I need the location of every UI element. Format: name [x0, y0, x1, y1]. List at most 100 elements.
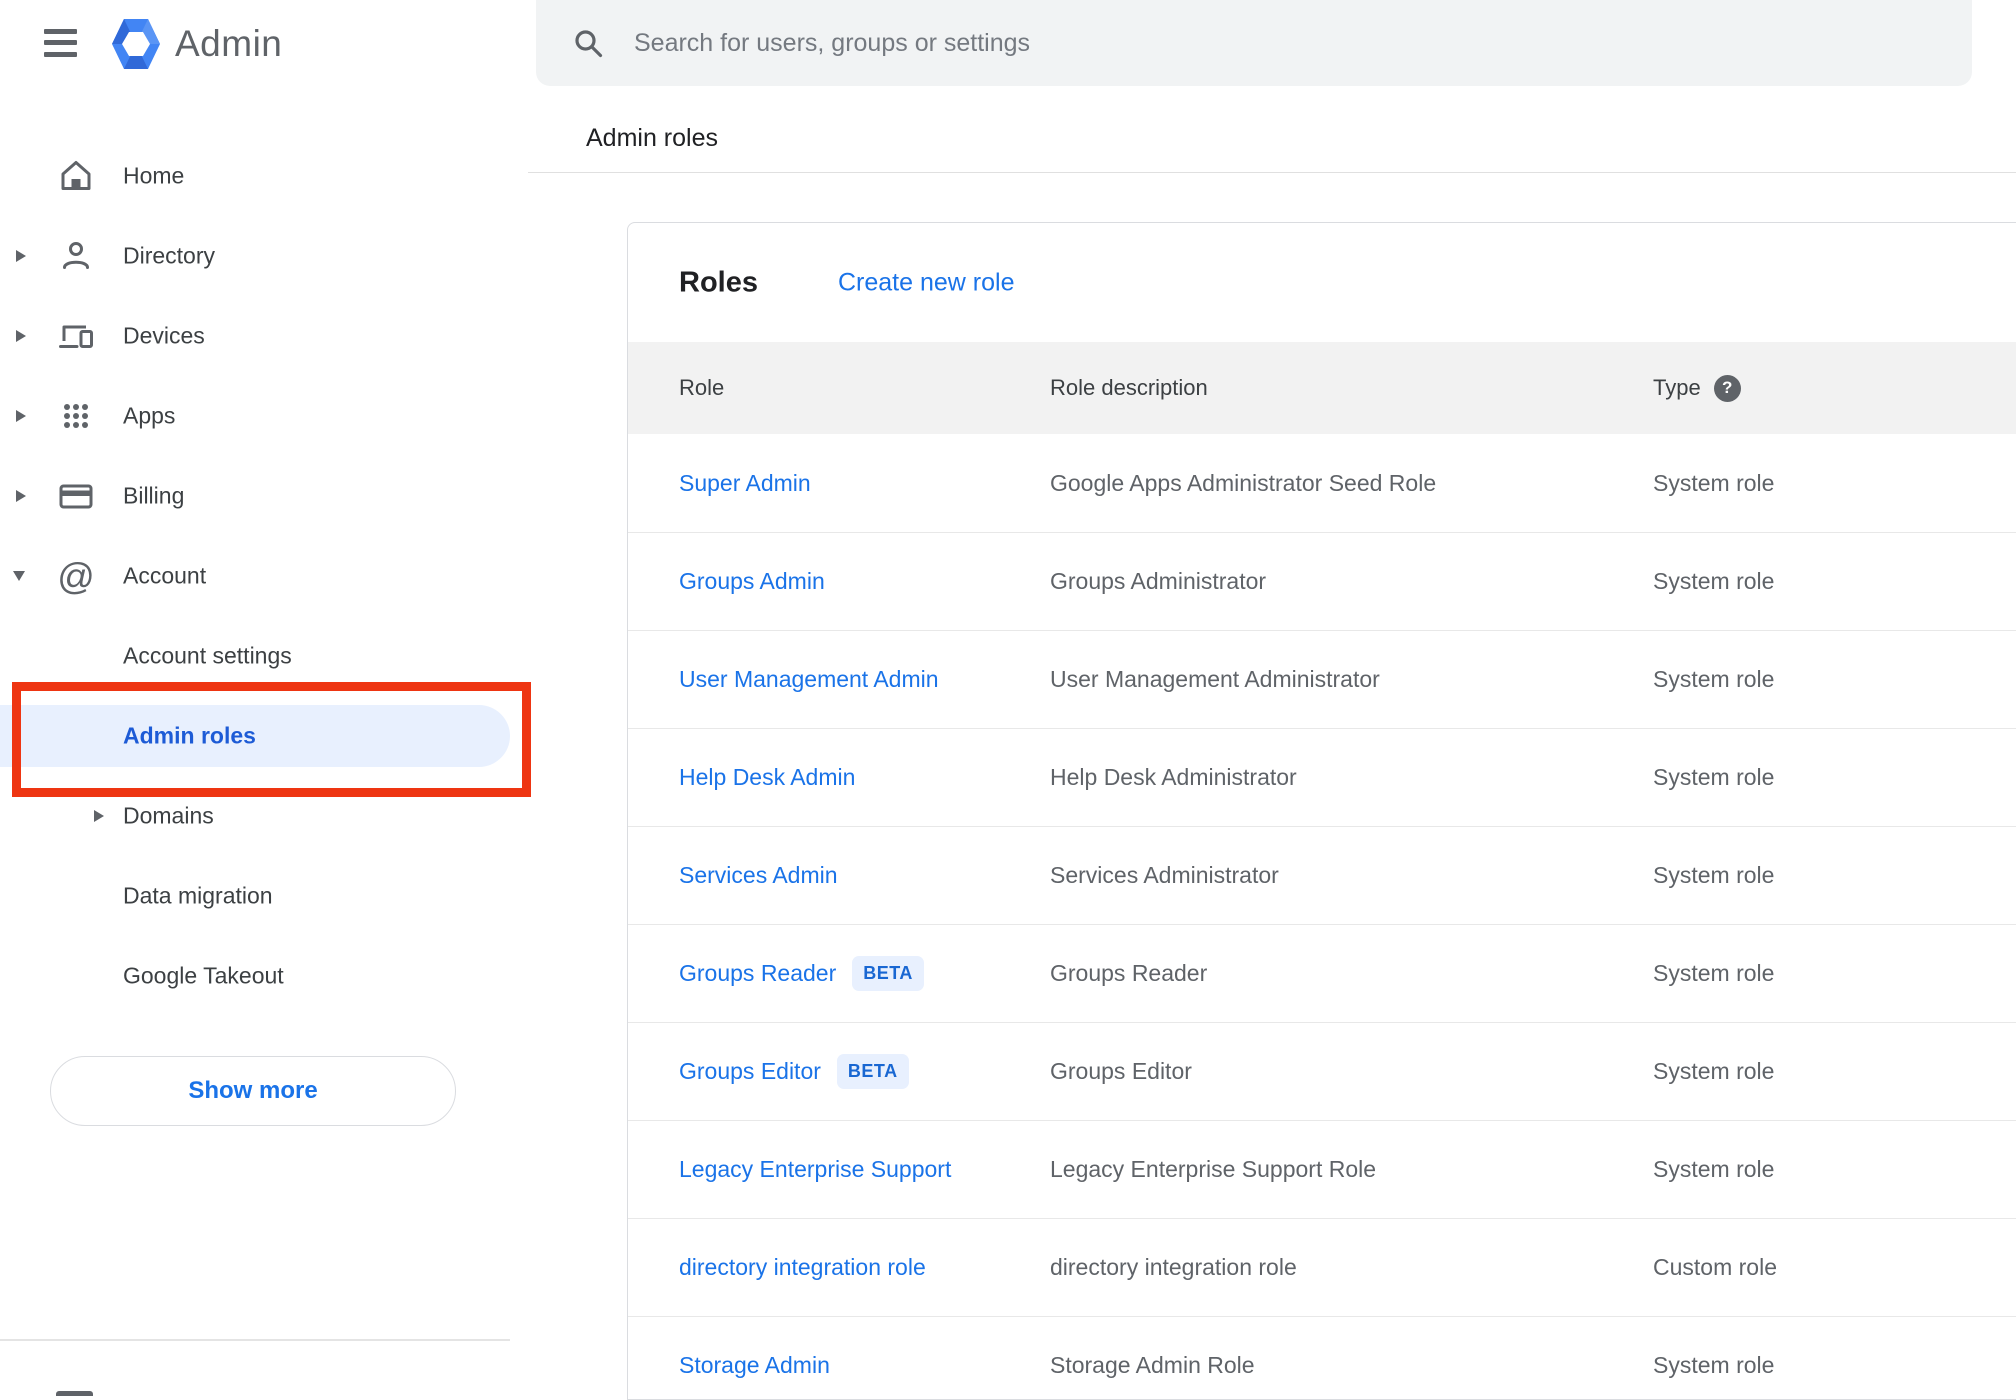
sidebar: Admin Home Directory Devices Apps Billing @ Ac… [0, 0, 531, 1396]
caret-down-icon [13, 571, 25, 581]
sidebar-item-label: Data migration [123, 882, 273, 909]
role-description-cell: Help Desk Administrator [1050, 764, 1297, 790]
search-icon [572, 27, 604, 59]
role-type-cell: System role [1653, 568, 1775, 594]
partial-hidden-icon [56, 1391, 93, 1396]
role-description-cell: Groups Editor [1050, 1058, 1192, 1084]
role-type-cell: System role [1653, 1352, 1775, 1378]
search-bar[interactable] [536, 0, 1972, 86]
sidebar-divider [0, 1339, 510, 1341]
table-body: Super Admin Google Apps Administrator See… [628, 434, 2016, 1399]
sidebar-item-home[interactable]: Home [0, 136, 517, 216]
roles-title: Roles [679, 266, 758, 298]
table-row: Services Admin Services Administrator Syst… [628, 826, 2016, 924]
role-link[interactable]: Services Admin [679, 862, 838, 889]
role-link[interactable]: Legacy Enterprise Support [679, 1156, 951, 1183]
caret-right-icon [16, 250, 26, 262]
sidebar-item-account-settings[interactable]: Account settings [0, 616, 517, 696]
caret-right-icon [16, 490, 26, 502]
role-cell: Legacy Enterprise Support [679, 1156, 1050, 1183]
billing-icon [56, 476, 96, 516]
table-row: Groups Admin Groups Administrator System r… [628, 532, 2016, 630]
role-description-cell: directory integration role [1050, 1254, 1297, 1280]
table-header-row: Role Role description Type ? [628, 342, 2016, 434]
role-description-cell: Google Apps Administrator Seed Role [1050, 469, 1437, 496]
sidebar-item-label: Google Takeout [123, 962, 284, 989]
caret-right-icon [16, 330, 26, 342]
role-cell: User Management Admin [679, 666, 1050, 693]
table-row: User Management Admin User Management Adm… [628, 630, 2016, 728]
role-description-cell: Storage Admin Role [1050, 1352, 1255, 1378]
sidebar-item-google-takeout[interactable]: Google Takeout [0, 936, 517, 1016]
sidebar-item-admin-roles[interactable]: Admin roles [0, 696, 517, 776]
column-header-role: Role [679, 375, 725, 400]
role-description-cell: Services Administrator [1050, 862, 1279, 888]
sidebar-item-label: Admin roles [123, 722, 256, 749]
sidebar-item-label: Devices [123, 322, 205, 349]
header-divider [528, 172, 2016, 173]
roles-card: Roles Create new role Role Role descript… [627, 222, 2016, 1400]
role-type-cell: System role [1653, 666, 1775, 692]
role-type-cell: Custom role [1653, 1254, 1777, 1280]
role-type-cell: System role [1653, 862, 1775, 888]
role-type-cell: System role [1653, 1156, 1775, 1182]
sidebar-item-account[interactable]: @ Account [0, 536, 517, 616]
sidebar-item-label: Apps [123, 402, 176, 429]
role-cell: Help Desk Admin [679, 764, 1050, 791]
role-cell: Groups Reader BETA [679, 956, 1050, 991]
table-row: Super Admin Google Apps Administrator See… [628, 434, 2016, 532]
column-header-type: Type ? [1653, 374, 2016, 402]
table-row: Groups Reader BETA Groups Reader System rol… [628, 924, 2016, 1022]
google-admin-console: { "app": { "title": "Admin" }, "search":… [0, 0, 2016, 1400]
sidebar-item-label: Domains [123, 802, 214, 829]
sidebar-item-data-migration[interactable]: Data migration [0, 856, 517, 936]
role-link[interactable]: Groups Reader [679, 960, 836, 987]
home-icon [56, 156, 96, 196]
breadcrumb: Admin roles [586, 124, 718, 152]
sidebar-nav: Home Directory Devices Apps Billing @ Account A… [0, 136, 517, 1016]
sidebar-item-billing[interactable]: Billing [0, 456, 517, 536]
main-content: Admin roles Roles Create new role Role R… [517, 0, 2016, 1400]
admin-hexagon-icon [110, 16, 162, 72]
sidebar-item-label: Account settings [123, 642, 292, 669]
caret-right-icon [16, 410, 26, 422]
sidebar-item-label: Billing [123, 482, 185, 509]
beta-badge: BETA [852, 956, 924, 991]
role-link[interactable]: Help Desk Admin [679, 764, 855, 791]
role-link[interactable]: Groups Admin [679, 568, 825, 595]
role-cell: Groups Editor BETA [679, 1054, 1050, 1089]
table-row: directory integration role directory inte… [628, 1218, 2016, 1316]
table-row: Legacy Enterprise Support Legacy Enterpri… [628, 1120, 2016, 1218]
role-type-cell: System role [1653, 764, 1775, 790]
menu-icon[interactable] [44, 27, 77, 58]
help-icon[interactable]: ? [1713, 374, 1741, 402]
role-cell: Super Admin [679, 470, 1050, 497]
role-cell: Services Admin [679, 862, 1050, 889]
role-link[interactable]: Super Admin [679, 470, 811, 497]
sidebar-item-domains[interactable]: Domains [0, 776, 517, 856]
role-cell: Groups Admin [679, 568, 1050, 595]
role-link[interactable]: Storage Admin [679, 1352, 830, 1379]
table-row: Storage Admin Storage Admin Role System ro… [628, 1316, 2016, 1399]
devices-icon [56, 316, 96, 356]
search-input[interactable] [634, 13, 1972, 73]
role-description-cell: Legacy Enterprise Support Role [1050, 1156, 1377, 1182]
show-more-button[interactable]: Show more [50, 1056, 456, 1126]
role-cell: Storage Admin [679, 1352, 1050, 1379]
role-link[interactable]: User Management Admin [679, 666, 939, 693]
roles-card-header: Roles Create new role [628, 223, 2016, 342]
role-link[interactable]: Groups Editor [679, 1058, 821, 1085]
role-type-cell: System role [1653, 1058, 1775, 1084]
role-type-cell: System role [1653, 469, 1775, 496]
sidebar-item-apps[interactable]: Apps [0, 376, 517, 456]
table-row: Groups Editor BETA Groups Editor System rol… [628, 1022, 2016, 1120]
caret-right-icon [94, 810, 104, 822]
directory-icon [56, 236, 96, 276]
create-new-role-link[interactable]: Create new role [838, 268, 1014, 297]
sidebar-item-directory[interactable]: Directory [0, 216, 517, 296]
admin-logo[interactable]: Admin [110, 14, 282, 74]
role-link[interactable]: directory integration role [679, 1254, 926, 1281]
sidebar-item-devices[interactable]: Devices [0, 296, 517, 376]
role-description-cell: Groups Administrator [1050, 568, 1267, 594]
beta-badge: BETA [836, 1054, 909, 1089]
